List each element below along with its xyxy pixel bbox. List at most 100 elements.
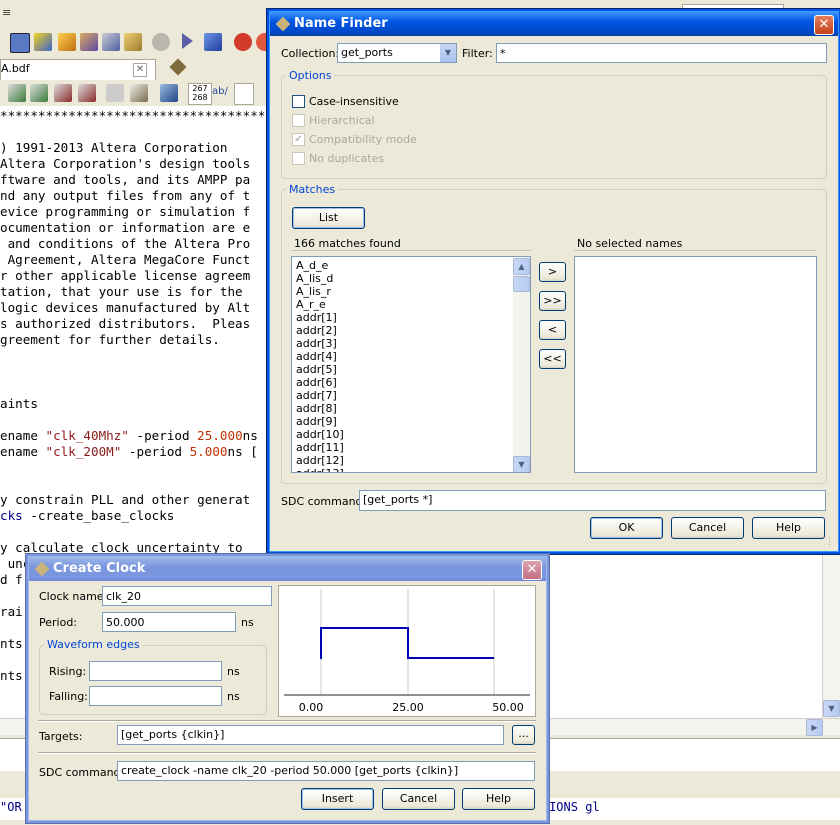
- tab-close-icon[interactable]: ✕: [133, 63, 147, 77]
- add-all-button[interactable]: >>: [539, 291, 566, 311]
- code-line[interactable]: aints: [0, 396, 38, 412]
- design-partition-icon[interactable]: [102, 33, 120, 51]
- list-item[interactable]: addr[3]: [292, 337, 530, 350]
- chip-planner-icon[interactable]: [124, 33, 142, 51]
- close-icon[interactable]: ✕: [522, 560, 542, 580]
- rising-input[interactable]: [89, 661, 222, 681]
- bookmark-icon[interactable]: [106, 84, 124, 102]
- scroll-down-icon[interactable]: ▼: [823, 700, 840, 717]
- list-item[interactable]: addr[11]: [292, 441, 530, 454]
- analysis-icon[interactable]: [204, 33, 222, 51]
- code-line[interactable]: ename "clk_200M" -period 5.000ns [: [0, 444, 258, 460]
- uncomment-icon[interactable]: [78, 84, 96, 102]
- code-line[interactable]: ocumentation or information are e: [0, 220, 250, 236]
- list-button[interactable]: List: [292, 207, 365, 229]
- code-line[interactable]: Agreement, Altera MegaCore Funct: [0, 252, 251, 268]
- code-line[interactable]: d f: [0, 572, 23, 588]
- sdc-command-field[interactable]: [get_ports *]: [359, 490, 826, 511]
- code-line[interactable]: ename "clk_40Mhz" -period 25.000ns: [0, 428, 258, 444]
- compile-icon[interactable]: [10, 33, 30, 53]
- list-item[interactable]: addr[8]: [292, 402, 530, 415]
- help-button[interactable]: Help: [752, 517, 825, 539]
- insert-template-icon[interactable]: [160, 84, 178, 102]
- code-line[interactable]: tation, that your use is for the: [0, 284, 250, 300]
- list-item[interactable]: addr[2]: [292, 324, 530, 337]
- line-number-top: 267: [192, 84, 208, 93]
- insert-button[interactable]: Insert: [301, 788, 374, 810]
- list-item[interactable]: A_r_e: [292, 298, 530, 311]
- code-line[interactable]: Altera Corporation's design tools: [0, 156, 250, 172]
- list-item[interactable]: addr[9]: [292, 415, 530, 428]
- code-line[interactable]: and conditions of the Altera Pro: [0, 236, 251, 252]
- comment-icon[interactable]: [54, 84, 72, 102]
- list-item[interactable]: addr[6]: [292, 376, 530, 389]
- assignment-editor-icon[interactable]: [34, 33, 52, 51]
- list-item[interactable]: addr[7]: [292, 389, 530, 402]
- timing-analyzer-icon[interactable]: [234, 33, 252, 51]
- matches-list[interactable]: A_d_e A_lis_d A_lis_r A_r_e addr[1] addr[2] ad…: [291, 256, 531, 473]
- stop-icon[interactable]: [152, 33, 170, 51]
- code-line[interactable]: cks -create_base_clocks: [0, 508, 174, 524]
- code-line[interactable]: r other applicable license agreem: [0, 268, 250, 284]
- sdc-command-field[interactable]: create_clock -name clk_20 -period 50.000…: [117, 761, 535, 781]
- list-item[interactable]: A_d_e: [292, 259, 530, 272]
- add-selected-button[interactable]: >: [539, 262, 566, 282]
- code-line[interactable]: evice programming or simulation f: [0, 204, 250, 220]
- list-item[interactable]: addr[12]: [292, 454, 530, 467]
- template-icon[interactable]: [130, 84, 148, 102]
- browse-targets-button[interactable]: ...: [512, 725, 535, 745]
- option-checkbox[interactable]: [292, 95, 305, 108]
- code-line[interactable]: nd any output files from any of t: [0, 188, 250, 204]
- matches-scrollbar[interactable]: ▲ ▼: [513, 257, 530, 472]
- menu-overflow-icon[interactable]: ≡: [2, 6, 14, 19]
- clock-name-input[interactable]: [102, 586, 272, 606]
- chevron-down-icon[interactable]: ▼: [440, 44, 456, 62]
- list-item[interactable]: addr[1]: [292, 311, 530, 324]
- scroll-down-icon[interactable]: ▼: [513, 456, 530, 472]
- code-line[interactable]: rai: [0, 604, 23, 620]
- list-item[interactable]: A_lis_r: [292, 285, 530, 298]
- list-item[interactable]: addr[4]: [292, 350, 530, 363]
- column-toggle[interactable]: [234, 83, 254, 105]
- period-input[interactable]: [102, 612, 236, 632]
- code-line[interactable]: logic devices manufactured by Alt: [0, 300, 250, 316]
- start-compile-icon[interactable]: [182, 33, 193, 49]
- tab-bdf-file[interactable]: A.bdf ✕: [0, 59, 156, 80]
- settings-icon[interactable]: [80, 33, 98, 51]
- pin-planner-icon[interactable]: [58, 33, 76, 51]
- code-line[interactable]: greement for further details.: [0, 332, 220, 348]
- cancel-button[interactable]: Cancel: [382, 788, 455, 810]
- list-item[interactable]: addr[5]: [292, 363, 530, 376]
- period-unit: ns [: [227, 444, 258, 459]
- code-line[interactable]: s authorized distributors. Pleas: [0, 316, 250, 332]
- code-line[interactable]: ftware and tools, and its AMPP pa: [0, 172, 250, 188]
- code-line[interactable]: nts: [0, 668, 23, 684]
- code-line[interactable]: ) 1991-2013 Altera Corporation: [0, 140, 227, 156]
- line-number-toggle[interactable]: 267 268: [188, 83, 212, 105]
- ok-button[interactable]: OK: [590, 517, 663, 539]
- resize-grip-icon[interactable]: ⋮: [825, 537, 834, 547]
- find-replace-text[interactable]: ab/: [212, 86, 228, 97]
- filter-input[interactable]: [496, 43, 827, 63]
- scroll-right-icon[interactable]: ▶: [806, 719, 823, 736]
- indent-icon[interactable]: [8, 84, 26, 102]
- name-finder-titlebar[interactable]: Name Finder ✕: [270, 12, 838, 36]
- cancel-button[interactable]: Cancel: [671, 517, 744, 539]
- remove-selected-button[interactable]: <: [539, 320, 566, 340]
- selected-names-list[interactable]: [574, 256, 817, 473]
- unindent-icon[interactable]: [30, 84, 48, 102]
- close-icon[interactable]: ✕: [814, 15, 834, 35]
- list-item[interactable]: addr[10]: [292, 428, 530, 441]
- targets-field[interactable]: [get_ports {clkin}]: [117, 725, 504, 745]
- help-button[interactable]: Help: [462, 788, 535, 810]
- collection-select[interactable]: get_ports ▼: [337, 43, 457, 63]
- falling-input[interactable]: [89, 686, 222, 706]
- scroll-up-icon[interactable]: ▲: [513, 258, 530, 275]
- list-item[interactable]: addr[13]: [292, 467, 530, 472]
- scroll-thumb[interactable]: [513, 276, 530, 292]
- create-clock-titlebar[interactable]: Create Clock ✕: [29, 557, 546, 581]
- code-line[interactable]: y constrain PLL and other generat: [0, 492, 250, 508]
- code-line[interactable]: nts: [0, 636, 23, 652]
- remove-all-button[interactable]: <<: [539, 349, 566, 369]
- list-item[interactable]: A_lis_d: [292, 272, 530, 285]
